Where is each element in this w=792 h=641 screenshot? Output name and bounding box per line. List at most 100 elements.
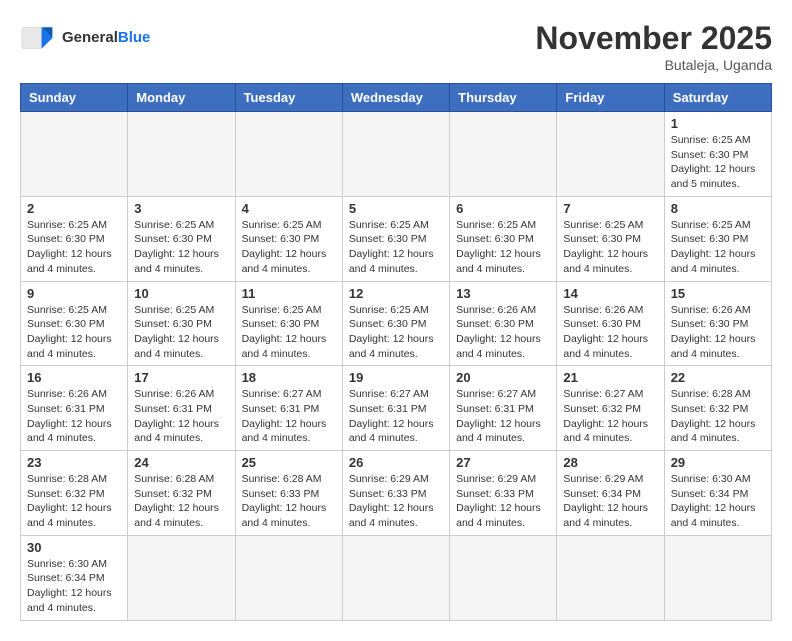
calendar-cell (235, 112, 342, 197)
weekday-header-wednesday: Wednesday (342, 84, 449, 112)
day-info: Sunrise: 6:30 AM Sunset: 6:34 PM Dayligh… (27, 557, 121, 616)
calendar-cell: 14 Sunrise: 6:26 AM Sunset: 6:30 PM Dayli… (557, 281, 664, 366)
day-number: 18 (242, 370, 336, 385)
day-number: 24 (134, 455, 228, 470)
calendar-cell: 29 Sunrise: 6:30 AM Sunset: 6:34 PM Dayli… (664, 451, 771, 536)
day-info: Sunrise: 6:26 AM Sunset: 6:31 PM Dayligh… (134, 387, 228, 446)
day-number: 17 (134, 370, 228, 385)
calendar-cell: 16 Sunrise: 6:26 AM Sunset: 6:31 PM Dayli… (21, 366, 128, 451)
day-info: Sunrise: 6:26 AM Sunset: 6:30 PM Dayligh… (563, 303, 657, 362)
calendar-cell: 15 Sunrise: 6:26 AM Sunset: 6:30 PM Dayli… (664, 281, 771, 366)
day-info: Sunrise: 6:29 AM Sunset: 6:33 PM Dayligh… (349, 472, 443, 531)
day-number: 16 (27, 370, 121, 385)
month-year-title: November 2025 (535, 20, 772, 57)
calendar-cell (128, 112, 235, 197)
weekday-header-tuesday: Tuesday (235, 84, 342, 112)
calendar-cell: 6Sunrise: 6:25 AM Sunset: 6:30 PM Daylig… (450, 196, 557, 281)
weekday-header-monday: Monday (128, 84, 235, 112)
day-number: 21 (563, 370, 657, 385)
day-number: 28 (563, 455, 657, 470)
day-info: Sunrise: 6:25 AM Sunset: 6:30 PM Dayligh… (671, 133, 765, 192)
calendar-cell: 23Sunrise: 6:28 AM Sunset: 6:32 PM Dayli… (21, 451, 128, 536)
day-number: 8 (671, 201, 765, 216)
calendar-cell: 17 Sunrise: 6:26 AM Sunset: 6:31 PM Dayli… (128, 366, 235, 451)
calendar-week-row: 23 Sunrise: 6:28 AM Sunset: 6:32 PM Dayli… (21, 451, 772, 536)
day-number: 11 (242, 286, 336, 301)
weekday-header-row: SundayMondayTuesdayWednesdayThursdayFrid… (21, 84, 772, 112)
day-number: 14 (563, 286, 657, 301)
day-info: Sunrise: 6:25 AM Sunset: 6:30 PM Dayligh… (563, 218, 657, 277)
page-header: GeneralBlue November 2025 Butaleja, Ugan… (20, 20, 772, 73)
day-number: 29 (671, 455, 765, 470)
day-info: Sunrise: 6:26 AM Sunset: 6:30 PM Dayligh… (456, 303, 550, 362)
location-subtitle: Butaleja, Uganda (535, 57, 772, 73)
calendar-cell: 8 Sunrise: 6:25 AM Sunset: 6:30 PM Daylig… (664, 196, 771, 281)
logo: GeneralBlue (20, 20, 150, 56)
day-number: 30 (27, 540, 121, 555)
calendar-week-row: 30 Sunrise: 6:30 AM Sunset: 6:34 PM Dayli… (21, 535, 772, 620)
title-block: November 2025 Butaleja, Uganda (535, 20, 772, 73)
calendar-cell (128, 535, 235, 620)
calendar-week-row: 2 Sunrise: 6:25 AM Sunset: 6:30 PM Daylig… (21, 196, 772, 281)
day-info: Sunrise: 6:25 AM Sunset: 6:30 PM Dayligh… (671, 218, 765, 277)
day-number: 20 (456, 370, 550, 385)
calendar-cell: 5Sunrise: 6:25 AM Sunset: 6:30 PM Daylig… (342, 196, 449, 281)
day-number: 6 (456, 201, 550, 216)
calendar-cell: 4Sunrise: 6:25 AM Sunset: 6:30 PM Daylig… (235, 196, 342, 281)
weekday-header-saturday: Saturday (664, 84, 771, 112)
day-number: 26 (349, 455, 443, 470)
day-info: Sunrise: 6:27 AM Sunset: 6:31 PM Dayligh… (242, 387, 336, 446)
day-number: 23 (27, 455, 121, 470)
day-info: Sunrise: 6:25 AM Sunset: 6:30 PM Dayligh… (242, 303, 336, 362)
day-info: Sunrise: 6:30 AM Sunset: 6:34 PM Dayligh… (671, 472, 765, 531)
calendar-cell: 30 Sunrise: 6:30 AM Sunset: 6:34 PM Dayli… (21, 535, 128, 620)
logo-text: GeneralBlue (62, 30, 150, 47)
calendar-cell: 10 Sunrise: 6:25 AM Sunset: 6:30 PM Dayli… (128, 281, 235, 366)
day-number: 27 (456, 455, 550, 470)
day-number: 13 (456, 286, 550, 301)
calendar-cell: 28 Sunrise: 6:29 AM Sunset: 6:34 PM Dayli… (557, 451, 664, 536)
day-number: 5 (349, 201, 443, 216)
weekday-header-sunday: Sunday (21, 84, 128, 112)
calendar-cell: 13 Sunrise: 6:26 AM Sunset: 6:30 PM Dayli… (450, 281, 557, 366)
day-number: 25 (242, 455, 336, 470)
day-info: Sunrise: 6:27 AM Sunset: 6:31 PM Dayligh… (349, 387, 443, 446)
day-number: 9 (27, 286, 121, 301)
day-info: Sunrise: 6:26 AM Sunset: 6:31 PM Dayligh… (27, 387, 121, 446)
calendar-cell: 18 Sunrise: 6:27 AM Sunset: 6:31 PM Dayli… (235, 366, 342, 451)
day-info: Sunrise: 6:29 AM Sunset: 6:34 PM Dayligh… (563, 472, 657, 531)
calendar-cell: 25Sunrise: 6:28 AM Sunset: 6:33 PM Dayli… (235, 451, 342, 536)
day-info: Sunrise: 6:25 AM Sunset: 6:30 PM Dayligh… (27, 218, 121, 277)
day-info: Sunrise: 6:28 AM Sunset: 6:32 PM Dayligh… (134, 472, 228, 531)
day-info: Sunrise: 6:25 AM Sunset: 6:30 PM Dayligh… (134, 218, 228, 277)
day-number: 3 (134, 201, 228, 216)
calendar-cell: 3 Sunrise: 6:25 AM Sunset: 6:30 PM Daylig… (128, 196, 235, 281)
calendar-cell: 22Sunrise: 6:28 AM Sunset: 6:32 PM Dayli… (664, 366, 771, 451)
day-number: 7 (563, 201, 657, 216)
day-number: 15 (671, 286, 765, 301)
day-number: 2 (27, 201, 121, 216)
calendar-cell: 20Sunrise: 6:27 AM Sunset: 6:31 PM Dayli… (450, 366, 557, 451)
calendar-week-row: 1 Sunrise: 6:25 AM Sunset: 6:30 PM Daylig… (21, 112, 772, 197)
weekday-header-friday: Friday (557, 84, 664, 112)
calendar-table: SundayMondayTuesdayWednesdayThursdayFrid… (20, 83, 772, 621)
day-number: 1 (671, 116, 765, 131)
day-info: Sunrise: 6:26 AM Sunset: 6:30 PM Dayligh… (671, 303, 765, 362)
day-info: Sunrise: 6:28 AM Sunset: 6:32 PM Dayligh… (671, 387, 765, 446)
day-number: 10 (134, 286, 228, 301)
calendar-cell: 1 Sunrise: 6:25 AM Sunset: 6:30 PM Daylig… (664, 112, 771, 197)
calendar-cell: 27Sunrise: 6:29 AM Sunset: 6:33 PM Dayli… (450, 451, 557, 536)
day-info: Sunrise: 6:25 AM Sunset: 6:30 PM Dayligh… (27, 303, 121, 362)
calendar-cell: 19Sunrise: 6:27 AM Sunset: 6:31 PM Dayli… (342, 366, 449, 451)
calendar-cell: 2 Sunrise: 6:25 AM Sunset: 6:30 PM Daylig… (21, 196, 128, 281)
calendar-cell: 9 Sunrise: 6:25 AM Sunset: 6:30 PM Daylig… (21, 281, 128, 366)
calendar-cell (450, 112, 557, 197)
calendar-cell: 21Sunrise: 6:27 AM Sunset: 6:32 PM Dayli… (557, 366, 664, 451)
calendar-cell (557, 112, 664, 197)
day-number: 12 (349, 286, 443, 301)
calendar-week-row: 16 Sunrise: 6:26 AM Sunset: 6:31 PM Dayli… (21, 366, 772, 451)
day-info: Sunrise: 6:25 AM Sunset: 6:30 PM Dayligh… (134, 303, 228, 362)
calendar-cell (342, 535, 449, 620)
day-info: Sunrise: 6:25 AM Sunset: 6:30 PM Dayligh… (349, 303, 443, 362)
calendar-cell (450, 535, 557, 620)
